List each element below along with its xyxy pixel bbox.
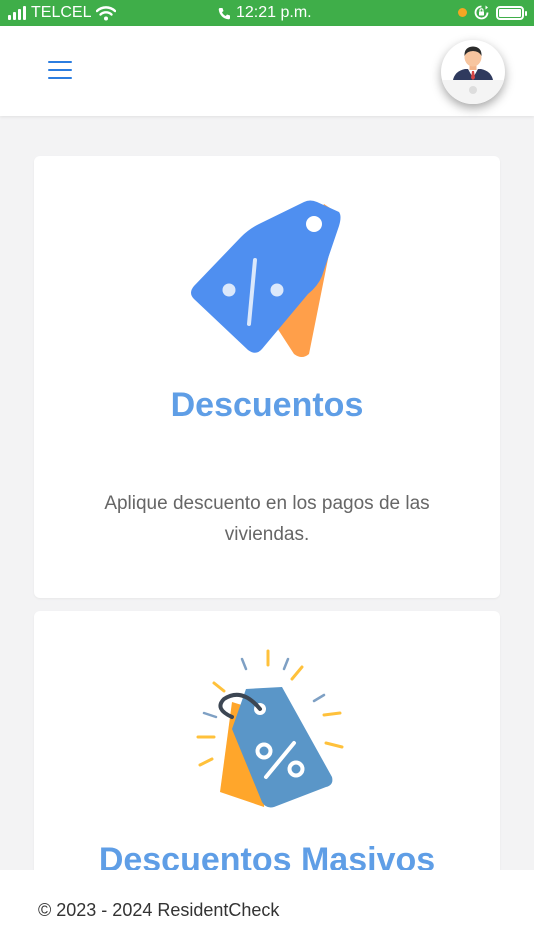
hamburger-menu-icon[interactable] bbox=[48, 61, 72, 79]
clock-time: 12:21 p.m. bbox=[236, 4, 312, 21]
user-avatar[interactable] bbox=[441, 40, 505, 104]
signal-icon bbox=[8, 6, 26, 20]
phone-icon bbox=[218, 7, 230, 19]
card-title: Descuentos bbox=[170, 386, 364, 424]
rotation-lock-icon bbox=[474, 5, 489, 20]
card-description: Aplique descuento en los pagos de las vi… bbox=[104, 493, 430, 545]
app-header bbox=[0, 26, 534, 116]
privacy-indicator-dot bbox=[458, 8, 467, 17]
status-bar: TELCEL 12:21 p.m. bbox=[0, 0, 534, 26]
main-content: Descuentos Aplique descuento en los pago… bbox=[0, 116, 534, 870]
carrier-name: TELCEL bbox=[31, 4, 92, 21]
wifi-icon bbox=[96, 5, 117, 20]
mass-discount-tags-icon bbox=[196, 649, 344, 808]
descuentos-card[interactable]: Descuentos Aplique descuento en los pago… bbox=[34, 156, 500, 598]
card-title: Descuentos Masivos bbox=[98, 841, 436, 870]
battery-icon bbox=[496, 5, 527, 20]
footer: © 2023 - 2024 ResidentCheck bbox=[0, 870, 534, 950]
discount-tag-icon bbox=[191, 200, 341, 357]
descuentos-masivos-card[interactable]: Descuentos Masivos bbox=[34, 611, 500, 870]
copyright-text: © 2023 - 2024 ResidentCheck bbox=[38, 900, 280, 920]
businessman-avatar-icon bbox=[441, 46, 505, 104]
